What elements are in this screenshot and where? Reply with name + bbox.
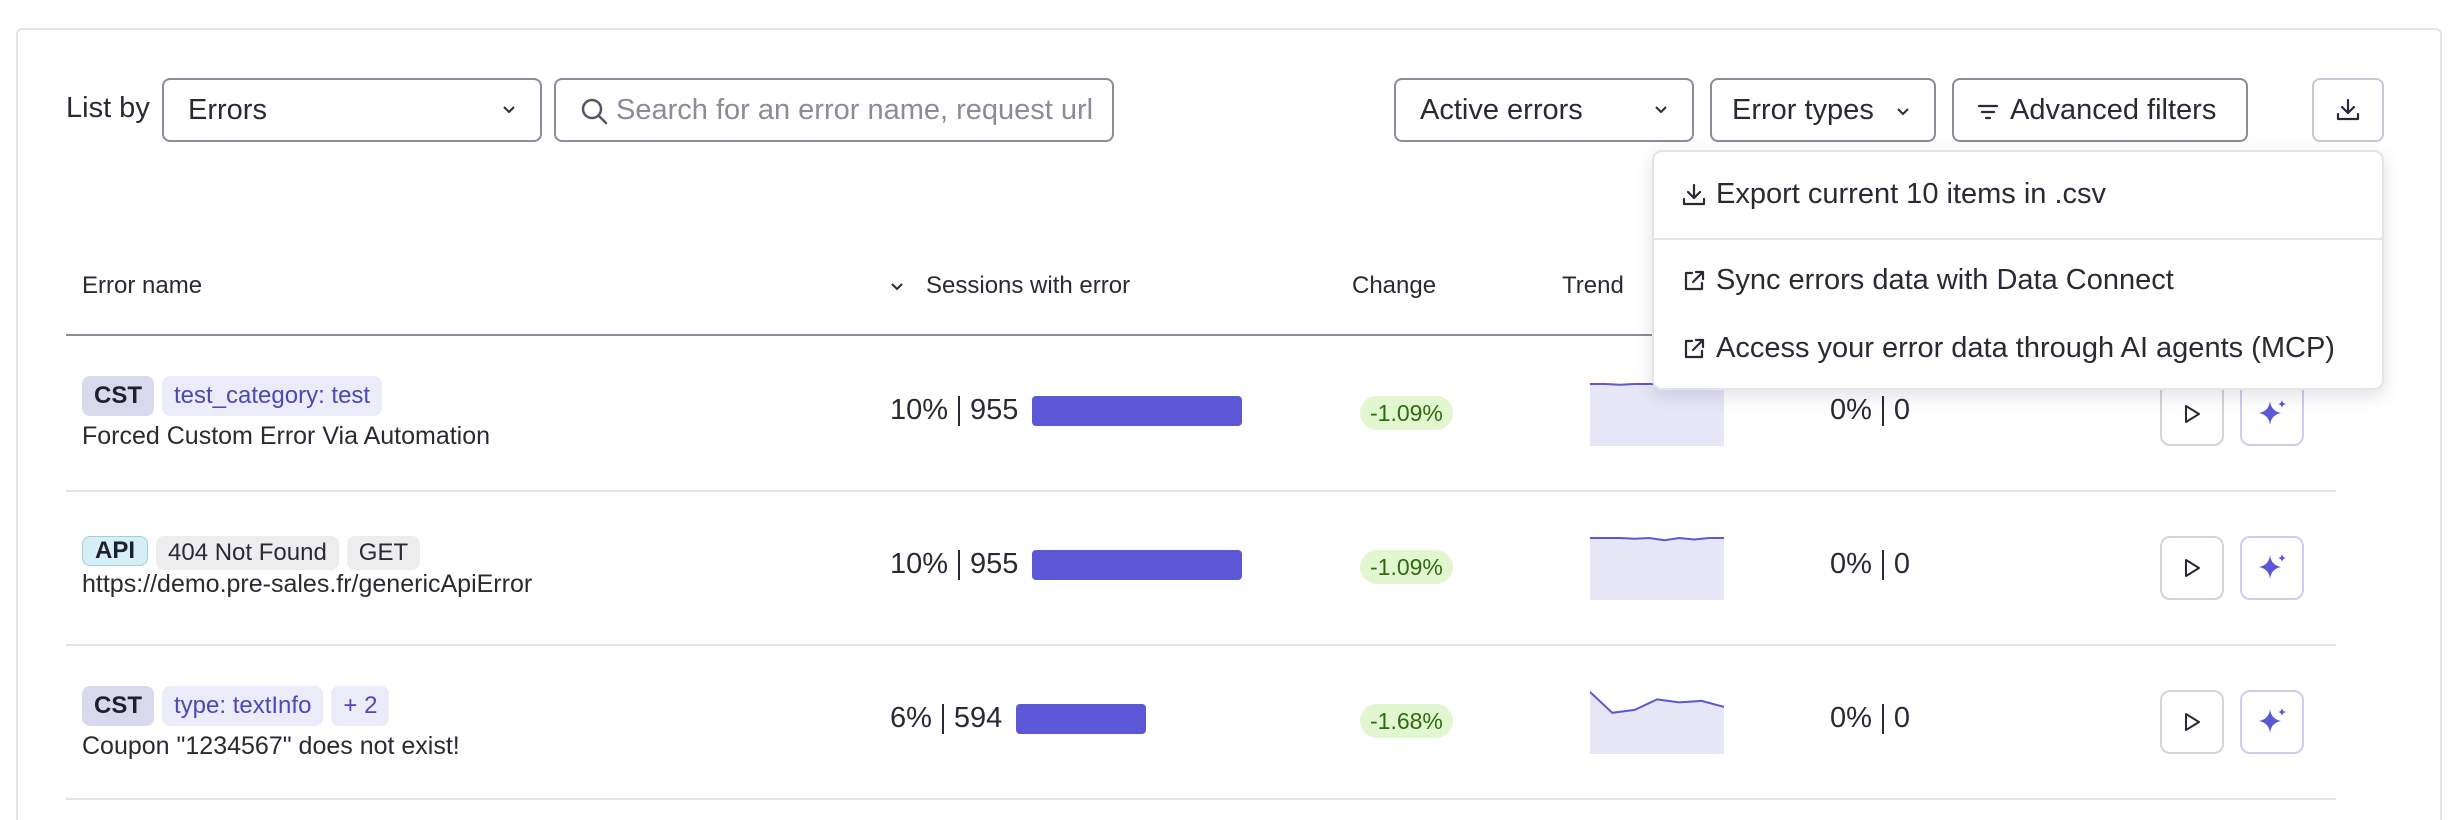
download-icon <box>2336 98 2360 121</box>
error-types-dropdown[interactable]: Error types <box>1710 78 1936 142</box>
divider <box>1881 550 1884 581</box>
sessions-pct: 10% <box>890 394 949 426</box>
external-link-icon <box>1684 338 1705 358</box>
menu-item-label: Export current 10 items in .csv <box>1716 178 2107 210</box>
divider <box>958 549 961 580</box>
column-header-error-name[interactable]: Error name <box>82 272 202 300</box>
trend-area <box>1590 384 1724 446</box>
search-placeholder: Search for an error name, request url <box>616 93 1094 126</box>
sessions-cell: 6% 594 <box>890 702 1147 735</box>
sessions-count: 594 <box>953 702 1003 734</box>
download-icon <box>1682 183 1706 205</box>
error-tag[interactable]: type: textInfo <box>162 686 324 726</box>
chevron-down-icon <box>1897 108 1909 116</box>
error-tag[interactable]: GET <box>346 536 421 570</box>
row-tags: CST type: textInfo + 2 <box>82 686 397 726</box>
sessions-pct: 10% <box>890 548 949 580</box>
trend-area <box>1590 538 1724 600</box>
change-badge: -1.09% <box>1360 550 1453 584</box>
row-tags: CST test_category: test <box>82 376 390 416</box>
play-icon <box>2185 713 2200 731</box>
advanced-filters-label: Advanced filters <box>2010 93 2217 126</box>
error-type-badge: CST <box>82 686 154 726</box>
search-icon <box>581 98 608 125</box>
row-divider <box>66 644 2336 646</box>
play-icon <box>2185 559 2200 577</box>
ai-analyze-button[interactable] <box>2240 536 2304 600</box>
ai-analyze-button[interactable] <box>2240 690 2304 754</box>
ai-analyze-button[interactable] <box>2240 382 2304 446</box>
sessions-cell: 10% 955 <box>890 548 1243 581</box>
trend-sparkline <box>1590 691 1724 754</box>
list-by-label: List by <box>66 92 150 124</box>
play-icon <box>2185 405 2200 423</box>
errors-count: 0 <box>1893 394 1911 426</box>
errors-cell: 0% 0 <box>1830 702 1910 735</box>
errors-cell: 0% 0 <box>1830 394 1910 427</box>
list-by-value: Errors <box>188 93 267 126</box>
error-type-badge: CST <box>82 376 154 416</box>
errors-pct: 0% <box>1830 394 1872 426</box>
error-tag[interactable]: test_category: test <box>162 376 383 416</box>
row-divider <box>66 798 2336 800</box>
column-header-sessions[interactable]: Sessions with error <box>926 272 1130 300</box>
sessions-bar <box>1032 395 1243 426</box>
menu-item-label: Access your error data through AI agents… <box>1716 332 2335 364</box>
row-divider <box>66 490 2336 492</box>
error-name[interactable]: https://demo.pre-sales.fr/genericApiErro… <box>82 570 532 599</box>
divider <box>1881 704 1884 735</box>
menu-divider <box>1654 238 2382 240</box>
column-header-change[interactable]: Change <box>1352 272 1436 300</box>
export-button[interactable] <box>2312 78 2384 142</box>
menu-item-export-csv[interactable]: Export current 10 items in .csv <box>1680 178 2106 211</box>
divider <box>1881 396 1884 427</box>
sparkle-icon <box>2259 554 2286 579</box>
play-session-button[interactable] <box>2160 536 2224 600</box>
more-tags-badge[interactable]: + 2 <box>331 686 390 726</box>
change-badge: -1.09% <box>1360 396 1453 430</box>
divider <box>958 395 961 426</box>
column-header-trend[interactable]: Trend <box>1562 272 1624 300</box>
change-badge: -1.68% <box>1360 704 1453 738</box>
chevron-down-icon <box>1655 106 1667 114</box>
error-name[interactable]: Forced Custom Error Via Automation <box>82 422 490 451</box>
advanced-filters-button[interactable]: Advanced filters <box>1952 78 2248 142</box>
sessions-bar <box>1032 549 1243 580</box>
trend-sparkline <box>1590 536 1724 600</box>
chevron-down-icon <box>503 106 515 114</box>
export-menu: Export current 10 items in .csv Sync err… <box>1652 150 2384 390</box>
sessions-count: 955 <box>970 394 1019 426</box>
sort-desc-icon[interactable] <box>888 278 906 296</box>
filter-icon <box>1977 104 1999 120</box>
status-filter-value: Active errors <box>1420 93 1583 126</box>
errors-pct: 0% <box>1830 548 1872 580</box>
errors-cell: 0% 0 <box>1830 548 1910 581</box>
row-tags: API 404 Not Found GET <box>82 536 428 570</box>
errors-count: 0 <box>1893 702 1911 734</box>
sessions-cell: 10% 955 <box>890 394 1243 427</box>
external-link-icon <box>1684 270 1705 290</box>
sessions-count: 955 <box>970 548 1019 580</box>
play-session-button[interactable] <box>2160 690 2224 754</box>
sparkle-icon <box>2259 708 2286 733</box>
errors-count: 0 <box>1893 548 1911 580</box>
error-tag[interactable]: 404 Not Found <box>156 536 339 570</box>
divider <box>941 703 944 734</box>
error-types-label: Error types <box>1732 93 1874 126</box>
menu-item-data-connect[interactable]: Sync errors data with Data Connect <box>1680 264 2174 297</box>
sessions-pct: 6% <box>890 702 932 734</box>
menu-item-label: Sync errors data with Data Connect <box>1716 264 2174 296</box>
error-type-badge: API <box>82 536 149 566</box>
play-session-button[interactable] <box>2160 382 2224 446</box>
search-input[interactable]: Search for an error name, request url <box>554 78 1114 142</box>
error-name[interactable]: Coupon "1234567" does not exist! <box>82 732 460 761</box>
list-by-select[interactable]: Errors <box>162 78 542 142</box>
sparkle-icon <box>2259 400 2286 425</box>
status-filter-select[interactable]: Active errors <box>1394 78 1694 142</box>
sessions-bar <box>1016 703 1147 734</box>
menu-item-mcp[interactable]: Access your error data through AI agents… <box>1680 332 2335 365</box>
errors-pct: 0% <box>1830 702 1872 734</box>
